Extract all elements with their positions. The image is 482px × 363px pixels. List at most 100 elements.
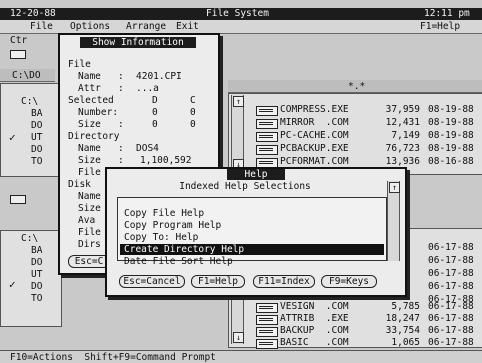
tree-item[interactable]: BA <box>31 108 42 119</box>
tree-item[interactable]: UT <box>31 269 42 280</box>
name-label: Name : <box>78 71 124 82</box>
file-date: 08-19-88 <box>428 130 474 141</box>
file-name: MIRROR .COM <box>280 117 349 128</box>
file-size: 1,065 <box>391 337 420 348</box>
ctrl-label: Ctr <box>10 35 28 46</box>
number-c-value: 0 <box>190 107 196 118</box>
drive-icon[interactable] <box>10 50 26 59</box>
file-size: 18,247 <box>385 313 420 324</box>
file-icon <box>256 106 278 116</box>
file-date: 08-19-88 <box>428 143 474 154</box>
scroll-down-icon[interactable]: ↓ <box>233 332 244 343</box>
number-label: Number: <box>78 107 119 118</box>
tree-item[interactable]: UT <box>31 132 42 143</box>
tree-root[interactable]: C:\ <box>21 96 38 107</box>
help-topic-copy-program[interactable]: Copy Program Help <box>124 220 382 231</box>
disk-label: Disk <box>68 179 91 190</box>
file-row[interactable]: BASIC .COM 1,065 06-17-88 <box>256 337 478 349</box>
help-topic-copy-file[interactable]: Copy File Help <box>124 208 382 219</box>
drive-icon[interactable] <box>10 195 26 204</box>
file-row[interactable]: VESIGN .COM 5,785 06-17-88 <box>256 301 478 313</box>
help-index-button[interactable]: F11=Index <box>253 275 315 288</box>
disk-size-label: Size <box>78 203 101 214</box>
help-scrollbar[interactable]: ↑ <box>387 181 400 261</box>
col-c-header: C <box>190 95 196 106</box>
info-esc-button[interactable]: Esc=C <box>68 255 110 268</box>
tree-root[interactable]: C:\ <box>21 233 38 244</box>
tree-item[interactable]: DO <box>31 120 42 131</box>
size-label: Size : <box>78 119 124 130</box>
file-size: 5,785 <box>391 301 420 312</box>
tree-item[interactable]: TO <box>31 156 42 167</box>
scroll-up-icon[interactable]: ↑ <box>389 182 400 193</box>
dir-size-label: Size : <box>78 155 124 166</box>
attr-value: ...a <box>136 83 159 94</box>
menu-file[interactable]: File <box>30 21 53 32</box>
scroll-up-icon[interactable]: ↑ <box>233 96 244 107</box>
menu-arrange[interactable]: Arrange <box>126 21 166 32</box>
dos-shell-screen: 12-20-88 File System 12:11 pm File Optio… <box>0 0 482 363</box>
file-row[interactable]: PCFORMAT.COM 13,936 08-16-88 <box>256 156 478 168</box>
file-row[interactable]: PC-CACHE.COM 7,149 08-19-88 <box>256 130 478 142</box>
help-help-button[interactable]: F1=Help <box>191 275 245 288</box>
file-list-header: *.* <box>228 80 482 93</box>
file-row[interactable]: COMPRESS.EXE 37,959 08-19-88 <box>256 104 478 116</box>
menu-bar: File Options Arrange Exit F1=Help <box>0 20 482 34</box>
tree-item[interactable]: TO <box>31 293 42 304</box>
files-label: File <box>78 167 101 178</box>
help-topic-create-directory[interactable]: Create Directory Help <box>120 244 384 255</box>
file-date: 08-19-88 <box>428 117 474 128</box>
file-date: 06-17-88 <box>428 337 474 348</box>
file-date: 06-17-88 <box>428 268 474 279</box>
disk-files-label: File <box>78 227 101 238</box>
help-topic-date-file-sort[interactable]: Date File Sort Help <box>124 256 382 267</box>
file-icon <box>256 119 278 129</box>
help-topic-copy-to[interactable]: Copy To: Help <box>124 232 382 243</box>
window-title: File System <box>206 8 269 19</box>
tree-item[interactable]: BA <box>31 245 42 256</box>
name-value: 4201.CPI <box>136 71 182 82</box>
dir-size-value: 1,100,592 <box>140 155 192 166</box>
menu-exit[interactable]: Exit <box>176 21 199 32</box>
dialog-title: Show Information <box>80 37 196 48</box>
file-date: 06-17-88 <box>428 301 474 312</box>
file-size: 37,959 <box>385 104 420 115</box>
file-name: PCBACKUP.EXE <box>280 143 349 154</box>
disk-name-label: Name <box>78 191 101 202</box>
file-row[interactable]: BACKUP .COM 33,754 06-17-88 <box>256 325 478 337</box>
file-date: 06-17-88 <box>428 313 474 324</box>
file-row[interactable]: ATTRIB .EXE 18,247 06-17-88 <box>256 313 478 325</box>
time-display: 12:11 pm <box>424 8 470 19</box>
help-keys-button[interactable]: F9=Keys <box>321 275 377 288</box>
check-icon: ✓ <box>9 278 16 291</box>
menu-options[interactable]: Options <box>70 21 110 32</box>
directory-label: Directory <box>68 131 120 142</box>
status-text: F10=Actions Shift+F9=Command Prompt <box>10 352 216 363</box>
help-cancel-button[interactable]: Esc=Cancel <box>119 275 185 288</box>
size-c-value: 0 <box>190 119 196 130</box>
tree-item[interactable]: DO <box>31 144 42 155</box>
file-row[interactable]: MIRROR .COM 12,431 08-19-88 <box>256 117 478 129</box>
file-icon <box>256 303 278 313</box>
menu-help[interactable]: F1=Help <box>420 21 460 32</box>
tree-item[interactable]: DO <box>31 281 42 292</box>
file-size: 13,936 <box>385 156 420 167</box>
scrollbar-top[interactable]: ↑ ↓ <box>231 95 244 171</box>
tree-item[interactable]: DO <box>31 257 42 268</box>
date-display: 12-20-88 <box>10 8 56 19</box>
file-name: COMPRESS.EXE <box>280 104 349 115</box>
file-name: BASIC .COM <box>280 337 349 348</box>
file-size: 7,149 <box>391 130 420 141</box>
directory-tree-top: C:\ BA DO ✓ UT DO TO <box>0 83 62 177</box>
file-name: PCFORMAT.COM <box>280 156 349 167</box>
disk-dirs-label: Dirs <box>78 239 101 250</box>
file-section-label: File <box>68 59 91 70</box>
file-date: 06-17-88 <box>428 255 474 266</box>
file-date: 08-16-88 <box>428 156 474 167</box>
file-row[interactable]: PCBACKUP.EXE 76,723 08-19-88 <box>256 143 478 155</box>
file-name: BACKUP .COM <box>280 325 349 336</box>
help-topic-list: Copy File Help Copy Program Help Copy To… <box>117 197 387 267</box>
file-icon <box>256 132 278 142</box>
file-name: ATTRIB .EXE <box>280 313 349 324</box>
file-size: 33,754 <box>385 325 420 336</box>
